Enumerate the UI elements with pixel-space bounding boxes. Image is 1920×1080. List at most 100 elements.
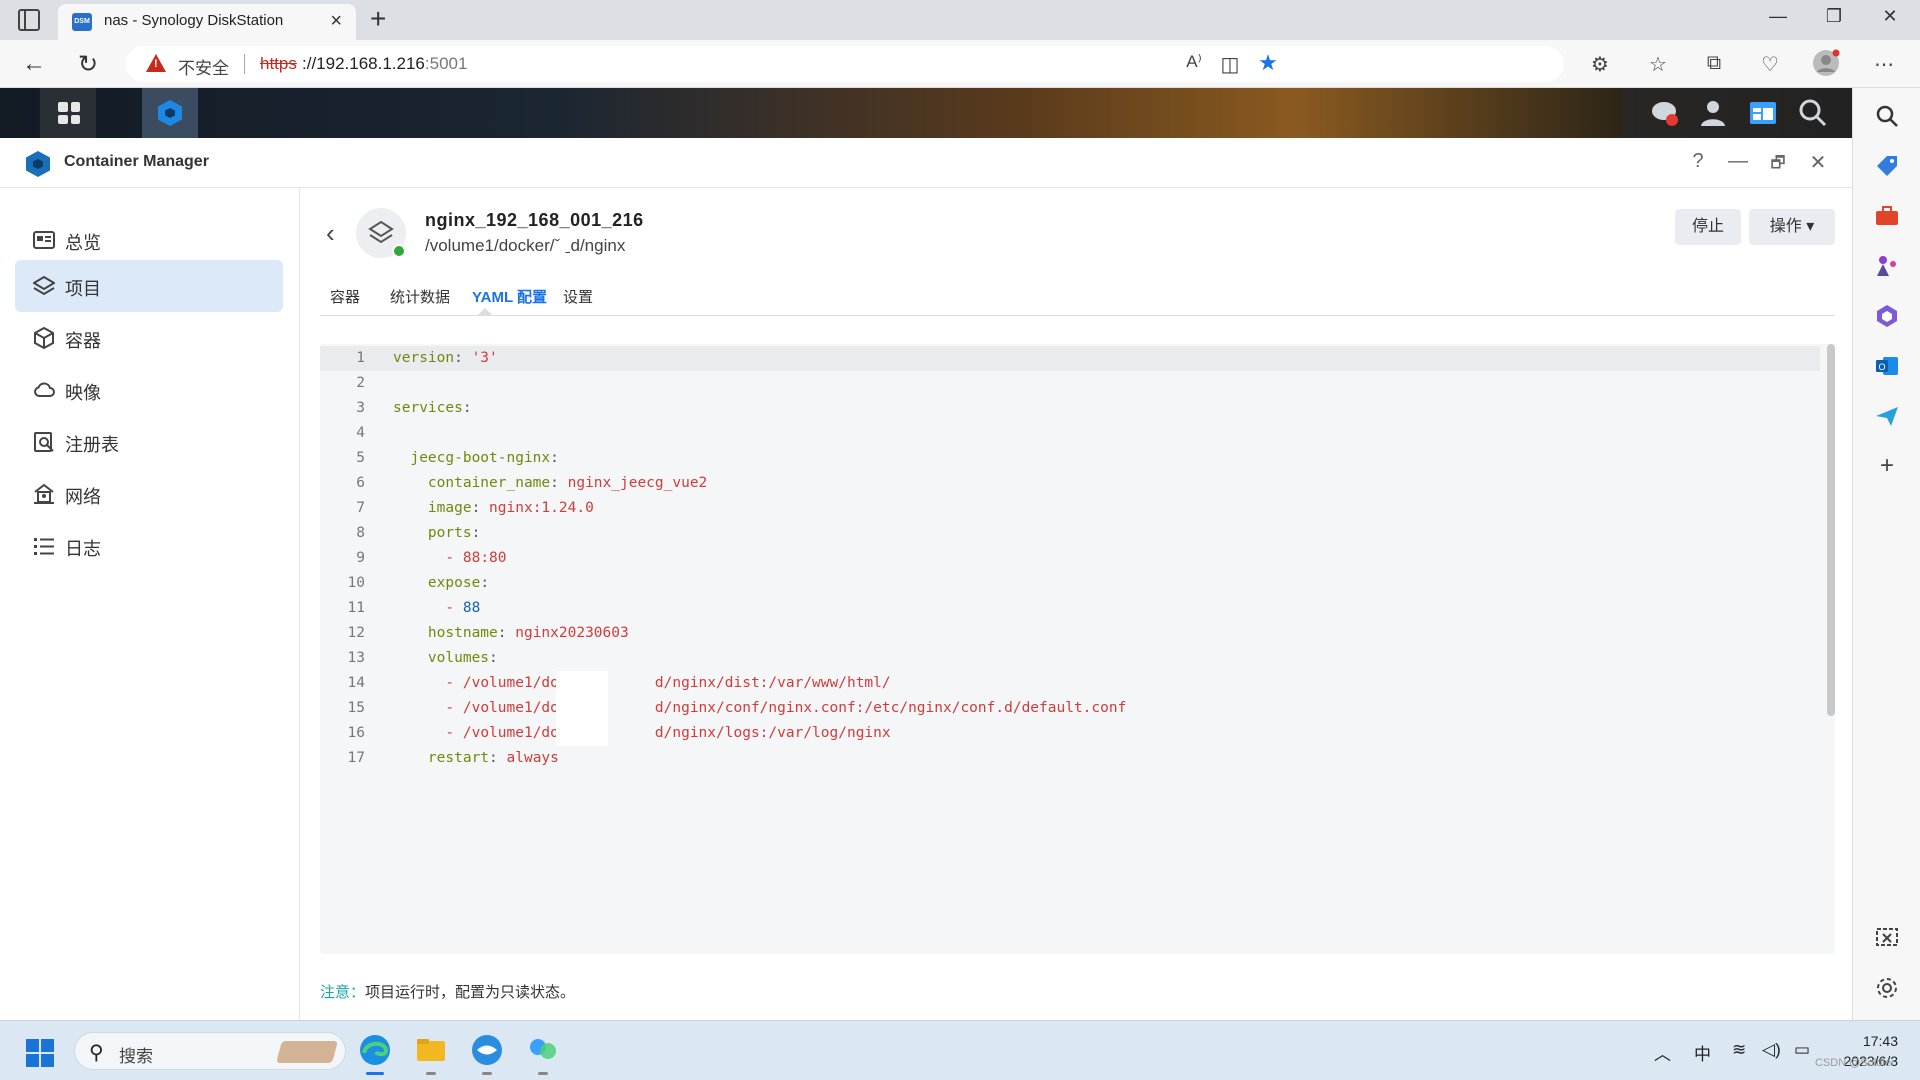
line-number: 2 <box>356 375 365 391</box>
svg-text:O: O <box>1878 362 1885 372</box>
tab-containers[interactable]: 容器 <box>330 286 360 307</box>
refresh-icon[interactable]: ↻ <box>78 50 98 79</box>
code-line: 11 - 88 <box>320 596 1820 621</box>
send-icon[interactable] <box>1873 402 1901 430</box>
code-line: 10 expose: <box>320 571 1820 596</box>
windows-start-icon[interactable] <box>26 1039 54 1067</box>
wifi-icon[interactable]: ≋ <box>1732 1040 1746 1060</box>
yaml-key: ports <box>427 525 472 541</box>
yaml-value: always <box>506 750 559 766</box>
back-icon[interactable]: ← <box>22 50 46 78</box>
sidebar-item-network[interactable]: 网络 <box>15 468 283 520</box>
restore-icon[interactable]: 🗗 <box>1764 152 1792 179</box>
tab-statistics[interactable]: 统计数据 <box>390 286 450 307</box>
profile-avatar-icon[interactable] <box>1812 49 1840 83</box>
collections-icon[interactable]: ⧉ <box>1700 52 1728 75</box>
extensions-icon[interactable]: ⚙ <box>1586 52 1614 77</box>
container-manager-icon <box>158 100 182 126</box>
games-icon[interactable] <box>1873 252 1901 280</box>
sidebar-item-images[interactable]: 映像 <box>15 364 283 416</box>
minimize-icon[interactable]: — <box>1724 150 1752 173</box>
line-number: 9 <box>356 550 365 566</box>
new-tab-icon[interactable]: + <box>370 3 386 35</box>
sidebar-item-label: 项目 <box>65 279 101 299</box>
sidebar-item-logs[interactable]: 日志 <box>15 520 283 572</box>
search-icon[interactable] <box>1873 102 1901 130</box>
tab-title: nas - Synology DiskStation <box>104 12 284 29</box>
settings-gear-icon[interactable] <box>1873 974 1901 1002</box>
note-text: 项目运行时，配置为只读状态。 <box>365 984 576 1001</box>
running-app-indicator <box>538 1072 548 1075</box>
tray-overflow-icon[interactable]: ︿ <box>1654 1040 1671 1065</box>
container-manager-taskbar-button[interactable] <box>142 88 198 138</box>
tab-close-icon[interactable]: × <box>330 10 342 33</box>
divider <box>244 54 245 74</box>
editor-scrollbar[interactable] <box>1827 344 1835 716</box>
app-icon[interactable] <box>470 1033 504 1067</box>
close-icon[interactable]: ✕ <box>1804 150 1832 175</box>
stop-button[interactable]: 停止 <box>1675 209 1741 245</box>
code-line: 13 volumes: <box>320 646 1820 671</box>
code-line: 14 - /volume1/docker/ d/nginx/dist:/var/… <box>320 671 1820 696</box>
code-line: 7 image: nginx:1.24.0 <box>320 496 1820 521</box>
file-explorer-icon[interactable] <box>414 1033 448 1067</box>
line-number: 1 <box>356 350 365 366</box>
url-scheme: https <box>260 54 297 73</box>
project-path: /volume1/docker/ˇ ˍd/nginx <box>425 236 626 255</box>
edge-sidebar: O + <box>1852 88 1920 1020</box>
code-line: 8 ports: <box>320 521 1820 546</box>
sidebar-item-registry[interactable]: 注册表 <box>15 416 283 468</box>
sidebar-item-projects[interactable]: 项目 <box>15 260 283 312</box>
microsoft-365-icon[interactable] <box>1873 302 1901 330</box>
browser-essentials-icon[interactable]: ♡ <box>1756 52 1784 77</box>
sidebar-item-overview[interactable]: 总览 <box>15 214 283 266</box>
window-restore-icon[interactable]: ❐ <box>1814 6 1854 27</box>
sidebar-item-containers[interactable]: 容器 <box>15 312 283 364</box>
sidebar-item-label: 注册表 <box>65 435 119 455</box>
address-bar[interactable]: 不安全 https ://192.168.1.216:5001 A⁾ ◫ ★ <box>126 46 1564 82</box>
favorite-star-icon[interactable]: ★ <box>1254 50 1282 76</box>
widgets-icon[interactable] <box>1748 98 1778 128</box>
ime-indicator[interactable]: 中 <box>1694 1040 1711 1065</box>
search-icon[interactable] <box>1798 98 1828 128</box>
main-panel: ‹ nginx_192_168_001_216 /volume1/docker/… <box>300 188 1852 1021</box>
redaction-mask <box>556 696 608 721</box>
add-icon[interactable]: + <box>1873 452 1901 480</box>
shopping-tag-icon[interactable] <box>1873 152 1901 180</box>
browser-tab-active[interactable]: DSM nas - Synology DiskStation × <box>58 4 356 40</box>
cube-icon <box>34 327 54 349</box>
code-line: 5 jeecg-boot-nginx: <box>320 446 1820 471</box>
yaml-key: expose <box>427 575 481 591</box>
layers-icon <box>33 275 55 296</box>
window-minimize-icon[interactable]: — <box>1758 6 1798 27</box>
actions-dropdown-button[interactable]: 操作 ▾ <box>1749 209 1835 245</box>
yaml-key: version <box>393 350 455 366</box>
tab-actions-icon[interactable] <box>18 9 40 31</box>
pinned-app-icon[interactable] <box>526 1033 560 1067</box>
window-close-icon[interactable]: ✕ <box>1870 6 1910 27</box>
tools-icon[interactable] <box>1873 202 1901 230</box>
volume-icon[interactable]: ◁) <box>1762 1040 1781 1060</box>
yaml-editor[interactable]: 1 version: '3' 2 3 services: 4 5 jeecg-boo… <box>320 344 1835 954</box>
user-icon[interactable] <box>1698 98 1728 128</box>
search-placeholder: 搜索 <box>119 1047 153 1066</box>
outlook-icon[interactable]: O <box>1873 352 1901 380</box>
split-screen-icon[interactable]: ◫ <box>1216 52 1244 77</box>
edge-browser-icon[interactable] <box>358 1033 392 1067</box>
yaml-value: /volume1/docker/ d/nginx/dist:/var/www/h… <box>462 675 891 691</box>
yaml-value: /volume1/docker/ d/nginx/logs:/var/log/n… <box>462 725 891 741</box>
main-menu-button[interactable] <box>40 88 96 138</box>
help-icon[interactable]: ? <box>1684 150 1712 173</box>
yaml-key: container_name <box>427 475 551 491</box>
tab-settings[interactable]: 设置 <box>563 286 593 307</box>
read-aloud-icon[interactable]: A⁾ <box>1180 52 1208 72</box>
back-chevron-icon[interactable]: ‹ <box>326 218 335 249</box>
screenshot-icon[interactable] <box>1873 924 1901 952</box>
tab-yaml[interactable]: YAML 配置 <box>472 286 547 307</box>
taskbar-search[interactable]: ⚲ 搜索 <box>74 1032 346 1070</box>
favorites-icon[interactable]: ☆ <box>1644 52 1672 77</box>
line-number: 17 <box>347 750 365 766</box>
notification-chat-icon[interactable] <box>1650 98 1680 128</box>
insecure-label[interactable]: 不安全 <box>178 54 229 79</box>
more-menu-icon[interactable]: ⋯ <box>1870 52 1898 77</box>
